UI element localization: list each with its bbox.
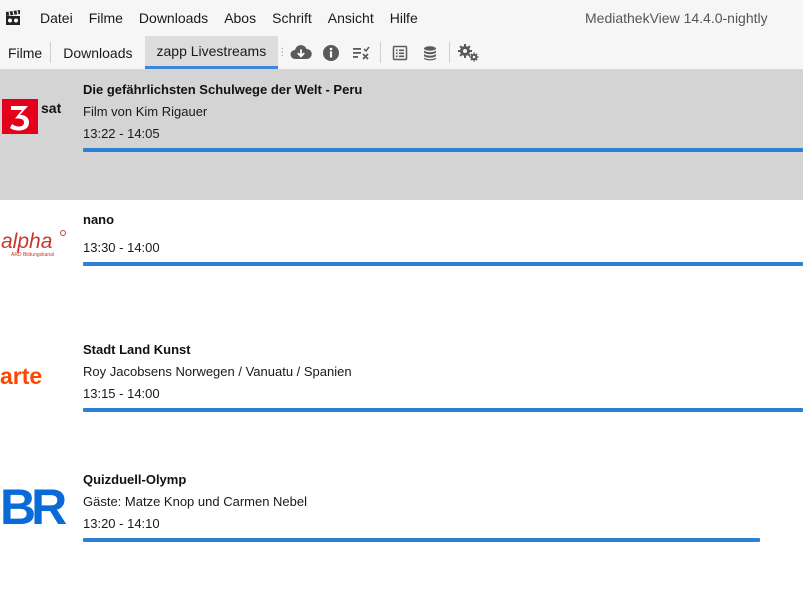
menu-hilfe[interactable]: Hilfe [382, 0, 426, 36]
stream-subtitle: Roy Jacobsens Norwegen / Vanuatu / Spani… [83, 364, 352, 379]
stream-title: Stadt Land Kunst [83, 342, 191, 357]
stream-time: 13:20 - 14:10 [83, 516, 160, 531]
stream-subtitle: Film von Kim Rigauer [83, 104, 208, 119]
stream-subtitle: Gäste: Matze Knop und Carmen Nebel [83, 494, 308, 509]
list-item[interactable]: BR Quizduell-Olymp Gäste: Matze Knop und… [0, 460, 803, 590]
menu-ansicht[interactable]: Ansicht [320, 0, 382, 36]
menu-downloads[interactable]: Downloads [131, 0, 216, 36]
svg-text:arte: arte [0, 363, 42, 389]
clapperboard-icon [4, 9, 22, 27]
stream-time: 13:30 - 14:00 [83, 240, 160, 255]
stream-title: Die gefährlichsten Schulwege der Welt - … [83, 82, 363, 97]
list-item[interactable]: sat Die gefährlichsten Schulwege der Wel… [0, 70, 803, 200]
stream-time: 13:15 - 14:00 [83, 386, 160, 401]
tab-zapp-livestreams[interactable]: zapp Livestreams [144, 36, 279, 69]
stream-title: Quizduell-Olymp [83, 472, 187, 487]
menu-datei[interactable]: Datei [32, 0, 81, 36]
3sat-logo: sat [0, 96, 70, 136]
menu-bar: Datei Filme Downloads Abos Schrift Ansic… [0, 0, 803, 36]
description-icon[interactable] [385, 36, 415, 69]
settings-gears-icon[interactable] [454, 36, 484, 69]
list-item[interactable]: alpha ARD Bildungskanal nano 13:30 - 14:… [0, 200, 803, 330]
tab-downloads[interactable]: Downloads [51, 36, 144, 69]
progress-fill [83, 262, 803, 266]
toolbar-grip[interactable]: ⋮ [277, 36, 287, 69]
progress-bar [83, 408, 803, 412]
progress-fill [83, 148, 803, 152]
alpha-logo: alpha ARD Bildungskanal [0, 226, 70, 266]
progress-fill [83, 538, 760, 542]
svg-text:alpha: alpha [1, 230, 52, 253]
br-logo: BR [0, 479, 72, 535]
arte-logo: arte [0, 362, 70, 402]
stream-time: 13:22 - 14:05 [83, 126, 160, 141]
svg-text:ARD Bildungskanal: ARD Bildungskanal [11, 252, 54, 258]
toolbar-divider [449, 42, 451, 63]
menu-filme[interactable]: Filme [81, 0, 131, 36]
svg-text:sat: sat [41, 100, 62, 116]
progress-bar [83, 538, 803, 542]
progress-fill [83, 408, 803, 412]
menu-abos[interactable]: Abos [216, 0, 264, 36]
svg-text:BR: BR [0, 480, 67, 530]
progress-bar [83, 148, 803, 152]
menu-schrift[interactable]: Schrift [264, 0, 320, 36]
database-icon[interactable] [415, 36, 445, 69]
livestream-list: sat Die gefährlichsten Schulwege der Wel… [0, 70, 803, 590]
tab-filme[interactable]: Filme [0, 42, 52, 63]
clear-list-icon[interactable] [346, 36, 376, 69]
info-icon[interactable] [316, 36, 346, 69]
toolbar: Filme Downloads zapp Livestreams ⋮ [0, 36, 803, 70]
toolbar-divider [380, 42, 382, 63]
progress-bar [83, 262, 803, 266]
download-cloud-icon[interactable] [286, 36, 316, 69]
stream-title: nano [83, 212, 115, 227]
window-title: MediathekView 14.4.0-nightly [585, 10, 768, 26]
list-item[interactable]: arte Stadt Land Kunst Roy Jacobsens Norw… [0, 330, 803, 460]
